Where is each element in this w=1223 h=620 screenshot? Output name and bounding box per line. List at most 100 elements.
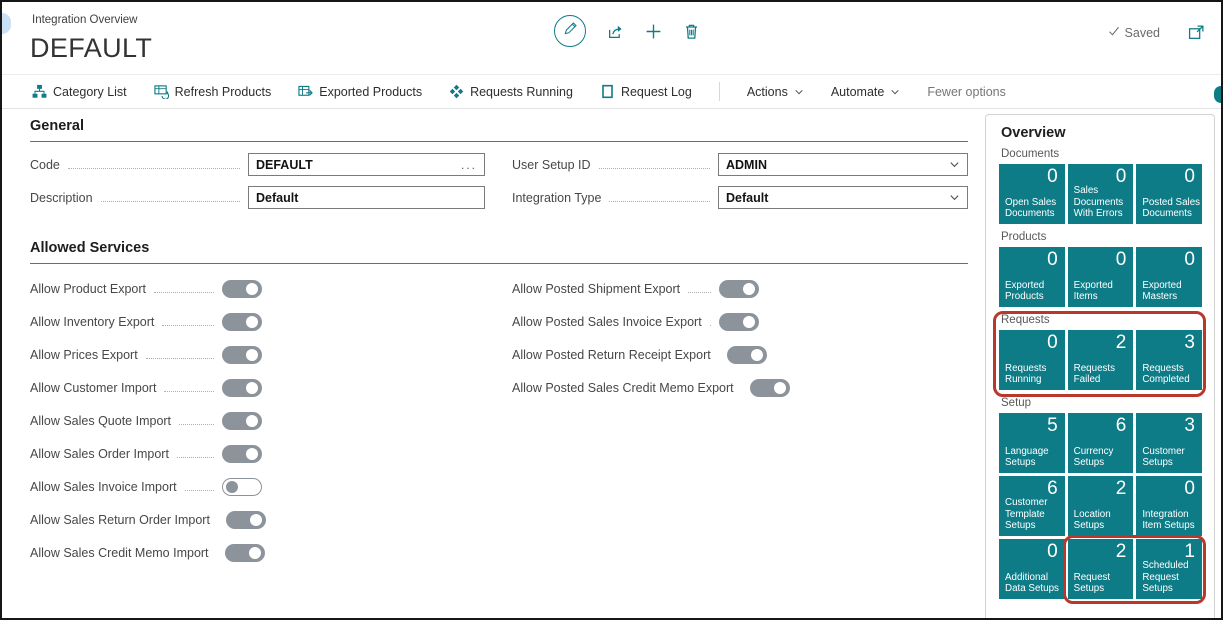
toggle-label: Allow Sales Quote Import [30, 414, 171, 428]
dotted-leader [146, 357, 214, 359]
tile-value: 0 [1047, 249, 1058, 271]
save-status-label: Saved [1125, 26, 1160, 40]
description-input[interactable]: Default [248, 186, 485, 209]
cue-tile-requests-failed[interactable]: 2Requests Failed [1068, 330, 1134, 390]
allow-posted-sales-credit-memo-export-toggle[interactable] [750, 379, 790, 397]
toolbar-category-list[interactable]: Category List [32, 84, 127, 99]
cue-tile-currency-setups[interactable]: 6Currency Setups [1068, 413, 1134, 473]
tile-value: 0 [1047, 332, 1058, 354]
cue-tile-integration-item-setups[interactable]: 0Integration Item Setups [1136, 476, 1202, 536]
tile-value: 3 [1184, 415, 1195, 437]
overview-group-label: Setup [1001, 397, 1202, 409]
dotted-leader [609, 200, 710, 202]
share-icon[interactable] [607, 23, 624, 40]
toggle-label: Allow Posted Return Receipt Export [512, 348, 711, 362]
toggle-label: Allow Product Export [30, 282, 146, 296]
cue-tile-language-setups[interactable]: 5 Language Setups [999, 413, 1065, 473]
edit-button[interactable] [554, 15, 586, 47]
cue-tile-scheduled-request-setups[interactable]: 1Scheduled Request Setups [1136, 539, 1202, 599]
fewer-options-button[interactable]: Fewer options [927, 85, 1006, 99]
cue-tile-request-setups[interactable]: 2Request Setups [1068, 539, 1134, 599]
trash-icon[interactable] [683, 23, 700, 40]
tile-value: 6 [1116, 415, 1127, 437]
menu-actions[interactable]: Actions [747, 85, 804, 99]
chevron-down-icon[interactable] [949, 159, 960, 170]
header-status: Saved [1108, 24, 1205, 41]
cue-tile-requests-running[interactable]: 0Requests Running [999, 330, 1065, 390]
integration-type-select[interactable]: Default [718, 186, 968, 209]
allow-sales-credit-memo-import-row: Allow Sales Credit Memo Import [30, 536, 262, 569]
toolbar-request-log[interactable]: Request Log [600, 84, 692, 99]
assist-edit-button[interactable]: ... [461, 158, 477, 172]
dotted-leader [177, 456, 214, 458]
tile-label: Exported Products [1005, 280, 1064, 303]
user-setup-id-select[interactable]: ADMIN [718, 153, 968, 176]
allow-sales-order-import-row: Allow Sales Order Import [30, 437, 262, 470]
cue-tile-sales-documents-with-errors[interactable]: 0Sales Documents With Errors [1068, 164, 1134, 224]
allow-sales-return-order-import-toggle[interactable] [226, 511, 266, 529]
cue-tile-customer-setups[interactable]: 3Customer Setups [1136, 413, 1202, 473]
tile-label: Posted Sales Documents [1142, 197, 1201, 220]
exported-products-icon [298, 84, 313, 99]
toolbar-item-label: Category List [53, 85, 127, 99]
allow-posted-shipment-export-toggle[interactable] [719, 280, 759, 298]
cue-tile-posted-sales-documents[interactable]: 0Posted Sales Documents [1136, 164, 1202, 224]
tile-label: Language Setups [1005, 446, 1064, 469]
allow-sales-invoice-import-toggle[interactable] [222, 478, 262, 496]
allow-sales-invoice-import-row: Allow Sales Invoice Import [30, 470, 262, 503]
allow-posted-sales-credit-memo-export-row: Allow Posted Sales Credit Memo Export [512, 371, 759, 404]
cue-tile-requests-completed[interactable]: 3Requests Completed [1136, 330, 1202, 390]
code-label: Code [30, 158, 60, 172]
toolbar-item-label: Exported Products [319, 85, 422, 99]
chevron-down-icon [890, 87, 900, 97]
cue-tile-exported-items[interactable]: 0Exported Items [1068, 247, 1134, 307]
allow-prices-export-toggle[interactable] [222, 346, 262, 364]
header-actions [554, 15, 700, 47]
allow-sales-order-import-toggle[interactable] [222, 445, 262, 463]
dotted-leader [68, 167, 240, 169]
toggle-label: Allow Customer Import [30, 381, 156, 395]
cue-tile-location-setups[interactable]: 2 Location Setups [1068, 476, 1134, 536]
tile-label: Location Setups [1074, 509, 1133, 532]
tile-value: 2 [1116, 332, 1127, 354]
allow-posted-return-receipt-export-toggle[interactable] [727, 346, 767, 364]
dotted-leader [179, 423, 214, 425]
allow-customer-import-toggle[interactable] [222, 379, 262, 397]
toggle-label: Allow Sales Order Import [30, 447, 169, 461]
overview-panel: Overview Documents0Open Sales Documents0… [985, 114, 1215, 620]
overview-group-requests: Requests0Requests Running2Requests Faile… [999, 314, 1202, 390]
toggle-label: Allow Prices Export [30, 348, 138, 362]
open-in-new-window-icon[interactable] [1188, 24, 1205, 41]
tile-label: Exported Items [1074, 280, 1133, 303]
allow-posted-sales-invoice-export-toggle[interactable] [719, 313, 759, 331]
menu-label: Automate [831, 85, 885, 99]
overview-group-documents: Documents0Open Sales Documents0Sales Doc… [999, 148, 1202, 224]
cue-tile-customer-template-setups[interactable]: 6Customer Template Setups [999, 476, 1065, 536]
toolbar-requests-running[interactable]: Requests Running [449, 84, 573, 99]
plus-icon[interactable] [645, 23, 662, 40]
toolbar-exported-products[interactable]: Exported Products [298, 84, 422, 99]
cue-tile-additional-data-setups[interactable]: 0Additional Data Setups [999, 539, 1065, 599]
allow-inventory-export-toggle[interactable] [222, 313, 262, 331]
cue-tile-open-sales-documents[interactable]: 0Open Sales Documents [999, 164, 1065, 224]
allow-sales-quote-import-row: Allow Sales Quote Import [30, 404, 262, 437]
allow-sales-credit-memo-import-toggle[interactable] [225, 544, 265, 562]
allow-sales-quote-import-toggle[interactable] [222, 412, 262, 430]
tile-value: 2 [1116, 478, 1127, 500]
cue-tile-exported-products[interactable]: 0 Exported Products [999, 247, 1065, 307]
code-input[interactable]: DEFAULT ... [248, 153, 485, 176]
toolbar-divider [719, 82, 720, 101]
chevron-down-icon[interactable] [949, 192, 960, 203]
toolbar-refresh-products[interactable]: Refresh Products [154, 84, 272, 99]
toolbar-item-label: Requests Running [470, 85, 573, 99]
integration-type-label: Integration Type [512, 191, 601, 205]
menu-automate[interactable]: Automate [831, 85, 901, 99]
breadcrumb[interactable]: Integration Overview [32, 14, 137, 26]
menu-label: Actions [747, 85, 788, 99]
toolbar-item-label: Request Log [621, 85, 692, 99]
toggle-label: Allow Posted Sales Credit Memo Export [512, 381, 734, 395]
toggle-label: Allow Posted Sales Invoice Export [512, 315, 702, 329]
allow-product-export-toggle[interactable] [222, 280, 262, 298]
tile-value: 5 [1047, 415, 1058, 437]
cue-tile-exported-masters[interactable]: 0Exported Masters [1136, 247, 1202, 307]
